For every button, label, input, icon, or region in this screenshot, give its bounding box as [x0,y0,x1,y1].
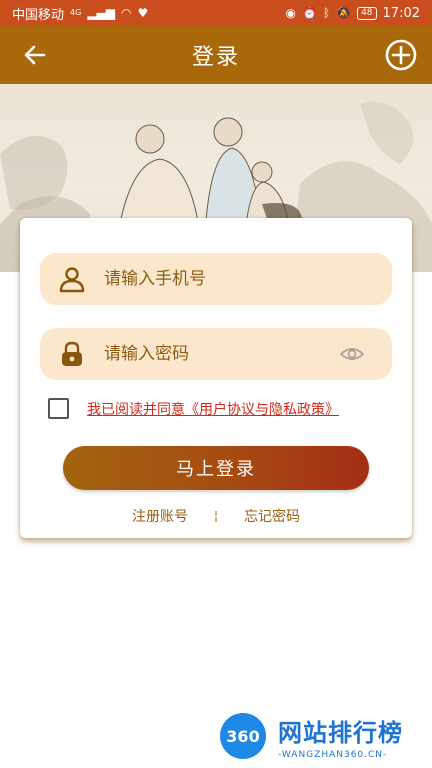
login-card: 我已阅读并同意《用户协议与隐私政策》 马上登录 注册账号 ¦ 忘记密码 [20,218,412,538]
lock-icon [62,341,82,366]
plus-circle-icon [385,39,417,71]
watermark-logo: 360 [220,713,266,759]
password-input[interactable] [104,344,324,364]
user-icon [59,267,85,293]
signal-icon: ▂▄▆ [87,6,115,20]
agreement-row: 我已阅读并同意《用户协议与隐私政策》 [48,398,339,419]
forgot-password-link[interactable]: 忘记密码 [244,506,300,526]
mute-icon: 🔕 [336,6,352,20]
agreement-link[interactable]: 我已阅读并同意《用户协议与隐私政策》 [87,399,339,419]
status-bar: 中国移动 4G ▂▄▆ ◠ ♥ ◉ ⏰ ᛒ 🔕 48 17:02 [0,0,432,26]
watermark-subtitle: -WANGZHAN360.CN- [278,749,388,760]
page-title: 登录 [191,45,240,70]
bluetooth-icon: ᛒ [322,6,331,20]
phone-input[interactable] [104,269,324,289]
eye-icon [339,348,365,360]
register-link[interactable]: 注册账号 [132,506,188,526]
carrier-label: 中国移动 [12,7,65,23]
link-separator: ¦ [213,509,219,523]
password-field [40,328,392,380]
back-button[interactable] [18,38,52,72]
wifi-icon: ◠ [121,6,132,20]
watermark-title: 网站排行榜 [278,718,403,747]
login-button[interactable]: 马上登录 [63,446,369,490]
toggle-password-button[interactable] [339,343,365,365]
alarm-icon: ⏰ [301,6,317,20]
phone-field [40,253,392,305]
clock: 17:02 [382,5,420,21]
account-links: 注册账号 ¦ 忘记密码 [20,506,412,526]
network-label: 4G [70,8,82,17]
app-bar: 登录 [0,26,432,84]
eye-icon: ◉ [285,6,296,20]
watermark: 360 网站排行榜 -WANGZHAN360.CN- [220,704,432,768]
add-button[interactable] [384,38,418,72]
battery-icon: 48 [357,6,377,20]
arrow-left-icon [24,45,46,65]
agreement-checkbox[interactable] [48,398,69,419]
heart-icon: ♥ [137,6,149,20]
